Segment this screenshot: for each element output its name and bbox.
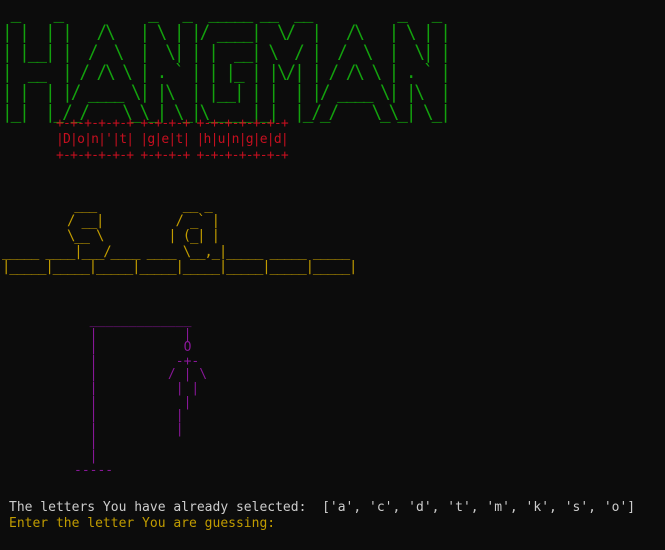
guess-input-prompt[interactable]: Enter the letter You are guessing:: [9, 516, 275, 532]
hangman-title-banner: _ _ _ _ _____ __ __ _ _ | | | | /\ | \ |…: [2, 1, 451, 123]
hidden-word-display: ___ __ _ / __| / _` | \__ \ | (_| | ____…: [2, 197, 357, 275]
selected-letters-line: The letters You have already selected: […: [9, 500, 636, 515]
dont-get-hunged-slogan: +-+-+-+-+-+ +-+-+-+ +-+-+-+-+-+-+ |D|o|n…: [56, 116, 289, 163]
terminal-window: _ _ _ _ _____ __ __ _ _ | | | | /\ | \ |…: [0, 0, 665, 550]
hangman-gallows-drawing: _____________ | | | O | -+- | / | \ | | …: [74, 313, 208, 478]
